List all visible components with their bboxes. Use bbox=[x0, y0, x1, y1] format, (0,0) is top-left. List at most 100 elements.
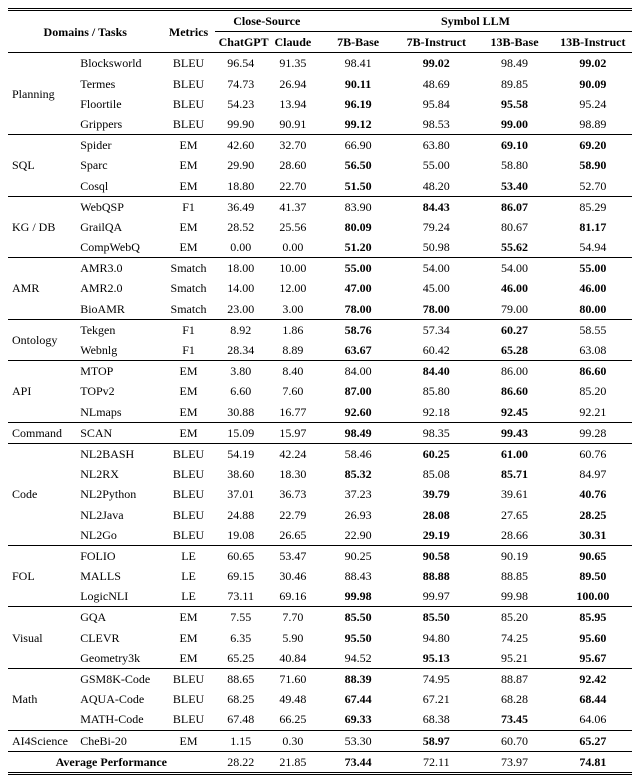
table-row: AMRAMR3.0Smatch18.0010.0055.0054.0054.00… bbox=[8, 258, 632, 279]
domain-cell: Visual bbox=[8, 607, 76, 669]
value-cell: 0.30 bbox=[267, 730, 319, 751]
value-cell: 6.35 bbox=[215, 628, 267, 648]
value-cell: 90.91 bbox=[267, 114, 319, 135]
value-cell: 79.00 bbox=[475, 299, 553, 320]
task-cell: Webnlg bbox=[76, 340, 162, 361]
value-cell: 54.00 bbox=[397, 258, 475, 279]
value-cell: 78.00 bbox=[397, 299, 475, 320]
value-cell: 98.41 bbox=[319, 53, 397, 74]
value-cell: 37.23 bbox=[319, 484, 397, 504]
value-cell: 92.42 bbox=[554, 669, 632, 690]
value-cell: 86.60 bbox=[475, 381, 553, 401]
task-cell: MALLS bbox=[76, 566, 162, 586]
table-row: FloortileBLEU54.2313.9496.1995.8495.5895… bbox=[8, 94, 632, 114]
value-cell: 32.70 bbox=[267, 135, 319, 156]
value-cell: 85.80 bbox=[397, 381, 475, 401]
value-cell: 37.01 bbox=[215, 484, 267, 504]
value-cell: 99.98 bbox=[475, 586, 553, 607]
average-value: 73.97 bbox=[475, 751, 553, 773]
value-cell: 61.00 bbox=[475, 443, 553, 464]
table-row: VisualGQAEM7.557.7085.5085.5085.2085.95 bbox=[8, 607, 632, 628]
average-value: 28.22 bbox=[215, 751, 267, 773]
value-cell: 16.77 bbox=[267, 402, 319, 423]
value-cell: 95.24 bbox=[554, 94, 632, 114]
value-cell: 80.00 bbox=[554, 299, 632, 320]
value-cell: 53.47 bbox=[267, 545, 319, 566]
table-row: AI4ScienceCheBi-20EM1.150.3053.3058.9760… bbox=[8, 730, 632, 751]
metric-cell: BLEU bbox=[162, 443, 214, 464]
task-cell: AQUA-Code bbox=[76, 689, 162, 709]
value-cell: 24.88 bbox=[215, 505, 267, 525]
task-cell: MATH-Code bbox=[76, 709, 162, 730]
task-cell: GQA bbox=[76, 607, 162, 628]
metric-cell: BLEU bbox=[162, 525, 214, 546]
value-cell: 85.32 bbox=[319, 464, 397, 484]
value-cell: 22.90 bbox=[319, 525, 397, 546]
value-cell: 88.87 bbox=[475, 669, 553, 690]
value-cell: 10.00 bbox=[267, 258, 319, 279]
metric-cell: LE bbox=[162, 566, 214, 586]
task-cell: LogicNLI bbox=[76, 586, 162, 607]
value-cell: 28.25 bbox=[554, 505, 632, 525]
table-row: OntologyTekgenF18.921.8658.7657.3460.275… bbox=[8, 319, 632, 340]
value-cell: 22.70 bbox=[267, 176, 319, 197]
domain-cell: API bbox=[8, 361, 76, 423]
value-cell: 26.93 bbox=[319, 505, 397, 525]
value-cell: 89.85 bbox=[475, 74, 553, 94]
value-cell: 68.28 bbox=[475, 689, 553, 709]
value-cell: 7.55 bbox=[215, 607, 267, 628]
value-cell: 68.38 bbox=[397, 709, 475, 730]
value-cell: 38.60 bbox=[215, 464, 267, 484]
value-cell: 58.90 bbox=[554, 155, 632, 175]
table-row: GrippersBLEU99.9090.9199.1298.5399.0098.… bbox=[8, 114, 632, 135]
hdr-13b-instruct: 13B-Instruct bbox=[554, 32, 632, 53]
table-row: PlanningBlocksworldBLEU96.5491.3598.4199… bbox=[8, 53, 632, 74]
domain-cell: Code bbox=[8, 443, 76, 545]
value-cell: 58.80 bbox=[475, 155, 553, 175]
value-cell: 96.54 bbox=[215, 53, 267, 74]
value-cell: 69.20 bbox=[554, 135, 632, 156]
table-row: FOLFOLIOLE60.6553.4790.2590.5890.1990.65 bbox=[8, 545, 632, 566]
table-row: WebnlgF128.348.8963.6760.4265.2863.08 bbox=[8, 340, 632, 361]
value-cell: 99.12 bbox=[319, 114, 397, 135]
value-cell: 8.40 bbox=[267, 361, 319, 382]
value-cell: 85.95 bbox=[554, 607, 632, 628]
value-cell: 60.42 bbox=[397, 340, 475, 361]
value-cell: 99.28 bbox=[554, 422, 632, 443]
value-cell: 22.79 bbox=[267, 505, 319, 525]
value-cell: 69.33 bbox=[319, 709, 397, 730]
task-cell: NL2Java bbox=[76, 505, 162, 525]
value-cell: 51.50 bbox=[319, 176, 397, 197]
value-cell: 54.19 bbox=[215, 443, 267, 464]
table-row: NL2PythonBLEU37.0136.7337.2339.7939.6140… bbox=[8, 484, 632, 504]
value-cell: 56.50 bbox=[319, 155, 397, 175]
task-cell: CheBi-20 bbox=[76, 730, 162, 751]
task-cell: NL2RX bbox=[76, 464, 162, 484]
domain-cell: SQL bbox=[8, 135, 76, 197]
value-cell: 90.19 bbox=[475, 545, 553, 566]
value-cell: 92.60 bbox=[319, 402, 397, 423]
value-cell: 85.50 bbox=[319, 607, 397, 628]
metric-cell: BLEU bbox=[162, 464, 214, 484]
task-cell: AMR3.0 bbox=[76, 258, 162, 279]
value-cell: 66.90 bbox=[319, 135, 397, 156]
table-row: APIMTOPEM3.808.4084.0084.4086.0086.60 bbox=[8, 361, 632, 382]
value-cell: 99.97 bbox=[397, 586, 475, 607]
value-cell: 28.34 bbox=[215, 340, 267, 361]
value-cell: 80.09 bbox=[319, 217, 397, 237]
domain-cell: Command bbox=[8, 422, 76, 443]
value-cell: 60.70 bbox=[475, 730, 553, 751]
average-value: 21.85 bbox=[267, 751, 319, 773]
value-cell: 42.60 bbox=[215, 135, 267, 156]
metric-cell: EM bbox=[162, 135, 214, 156]
hdr-metrics: Metrics bbox=[162, 10, 214, 53]
value-cell: 83.90 bbox=[319, 196, 397, 217]
table-row: KG / DBWebQSPF136.4941.3783.9084.4386.07… bbox=[8, 196, 632, 217]
task-cell: NLmaps bbox=[76, 402, 162, 423]
value-cell: 65.27 bbox=[554, 730, 632, 751]
value-cell: 68.25 bbox=[215, 689, 267, 709]
metric-cell: EM bbox=[162, 607, 214, 628]
domain-cell: Math bbox=[8, 669, 76, 731]
value-cell: 84.97 bbox=[554, 464, 632, 484]
value-cell: 55.62 bbox=[475, 237, 553, 258]
